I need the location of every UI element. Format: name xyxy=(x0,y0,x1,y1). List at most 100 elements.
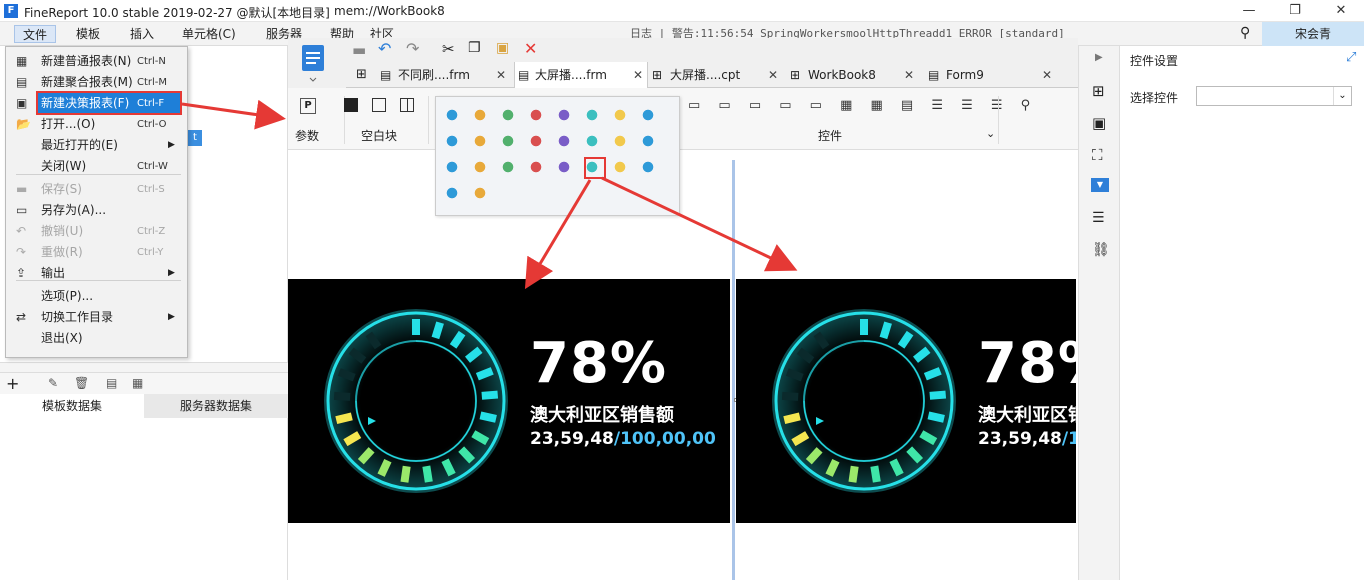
param-icon[interactable]: P xyxy=(300,98,316,114)
layout-icon[interactable]: ⊞ xyxy=(1092,82,1105,100)
menu-item[interactable]: 选项(P)... xyxy=(6,286,187,307)
chart-type-icon[interactable] xyxy=(528,133,544,149)
tab-server-dataset[interactable]: 服务器数据集 xyxy=(144,394,288,418)
chart-type-icon[interactable] xyxy=(556,107,572,123)
chart-type-icon[interactable] xyxy=(640,107,656,123)
grid-icon: ⊞ xyxy=(652,68,663,82)
close-icon[interactable]: ✕ xyxy=(1042,62,1052,88)
cut-icon[interactable]: ✂ xyxy=(442,40,455,58)
menu-item[interactable]: 📂 打开...(O) Ctrl-O xyxy=(6,114,187,135)
gauge-panel-right[interactable]: 78% 澳大利亚区销售额 23,59,48/100,00,00 xyxy=(736,279,1076,523)
chart-type-icon[interactable] xyxy=(640,133,656,149)
chevron-down-icon[interactable]: ⌄ xyxy=(986,127,995,140)
close-icon[interactable]: ✕ xyxy=(496,62,506,88)
grid-icon[interactable]: ⊞ xyxy=(356,67,367,82)
tab-block-icon[interactable] xyxy=(400,98,414,112)
preview-icon[interactable]: ▤ xyxy=(106,376,117,390)
undo-icon[interactable]: ↶ xyxy=(378,39,391,58)
blank-block-icon[interactable] xyxy=(344,98,358,112)
menu-item[interactable]: 最近打开的(E) ▶ xyxy=(6,135,187,156)
submenu-arrow-icon: ▶ xyxy=(168,312,175,322)
chart-type-icon[interactable] xyxy=(472,185,488,201)
dataset-param-icon[interactable]: ▦ xyxy=(132,376,143,390)
chart-type-icon[interactable] xyxy=(612,133,628,149)
crop-icon[interactable]: ⛶ xyxy=(1092,146,1103,164)
search-icon[interactable]: ⚲ xyxy=(1240,25,1250,41)
chart-type-icon[interactable] xyxy=(612,159,628,175)
component-icon[interactable]: ▣ xyxy=(1092,114,1106,132)
menu-item[interactable]: ▦ 新建普通报表(N) Ctrl-N xyxy=(6,51,187,72)
menu-cell[interactable]: 单元格(C) xyxy=(174,25,244,43)
tab-template-3[interactable]: ⊞ 大屏播....cpt ✕ xyxy=(650,62,784,88)
menu-item[interactable]: ▭ 另存为(A)... xyxy=(6,200,187,221)
chart-type-icon[interactable] xyxy=(556,133,572,149)
close-window-button[interactable]: ✕ xyxy=(1318,0,1364,22)
tab-template-dataset[interactable]: 模板数据集 xyxy=(0,394,144,418)
close-icon[interactable]: ✕ xyxy=(633,62,643,88)
copy-icon[interactable]: ❐ xyxy=(468,40,481,56)
chart-type-icon[interactable] xyxy=(528,159,544,175)
close-icon[interactable]: ✕ xyxy=(768,62,778,88)
chart-type-icon[interactable] xyxy=(472,107,488,123)
chart-type-icon[interactable] xyxy=(444,133,460,149)
splitter[interactable] xyxy=(0,362,288,372)
chart-type-icon[interactable] xyxy=(640,159,656,175)
menu-file[interactable]: 文件 xyxy=(14,25,57,43)
tab-template-2[interactable]: ▤ 大屏播....frm ✕ xyxy=(514,62,648,88)
split-block-icon[interactable] xyxy=(372,98,386,112)
chart-type-icon[interactable] xyxy=(472,133,488,149)
tree-selected-item[interactable]: t xyxy=(188,130,202,146)
restore-button[interactable]: ❐ xyxy=(1272,0,1318,22)
list-icon[interactable]: ☰ xyxy=(1092,210,1105,226)
menu-item[interactable]: ▬ 保存(S) Ctrl-S xyxy=(6,179,187,200)
menu-item[interactable]: ▣ 新建决策报表(F) Ctrl-F xyxy=(6,91,187,115)
minimize-button[interactable]: — xyxy=(1226,0,1272,22)
gauge-panel-left[interactable]: 78% 澳大利亚区销售额 23,59,48/100,00,00 xyxy=(288,279,730,523)
edit-icon[interactable]: ✎ xyxy=(48,376,58,390)
tab-template-4[interactable]: ⊞ WorkBook8 ✕ xyxy=(788,62,922,88)
select-widget-label: 选择控件 xyxy=(1130,91,1179,105)
select-widget-dropdown[interactable]: ⌄ xyxy=(1196,86,1352,106)
user-name[interactable]: 宋会青 xyxy=(1262,22,1364,46)
close-icon[interactable]: ✕ xyxy=(904,62,914,88)
chart-type-icon[interactable] xyxy=(612,107,628,123)
delete-icon[interactable]: 🗑 xyxy=(74,376,89,390)
menu-item[interactable]: ⇄ 切换工作目录 ▶ xyxy=(6,307,187,328)
chart-type-icon[interactable] xyxy=(528,107,544,123)
chevron-down-icon[interactable]: ⌄ xyxy=(1333,87,1351,105)
collapse-arrow-icon[interactable]: ▶ xyxy=(1095,52,1103,63)
ribbon: P ▭ ▭ ▭ ▭ ▭ ▦ ▦ ▤ ☰ ☰ ☰ ⚲ xyxy=(288,88,1078,150)
chart-type-icon[interactable] xyxy=(500,133,516,149)
redo-icon[interactable]: ↷ xyxy=(406,39,419,58)
folder-icon: 📂 xyxy=(16,117,31,131)
menu-item[interactable]: ↷ 重做(R) Ctrl-Y xyxy=(6,242,187,263)
tab-template-5[interactable]: ▤ Form9 ✕ xyxy=(926,62,1060,88)
menu-insert[interactable]: 插入 xyxy=(122,25,162,43)
menu-item[interactable]: ↶ 撤销(U) Ctrl-Z xyxy=(6,221,187,242)
widget-settings-icon[interactable]: ▼ xyxy=(1091,178,1109,192)
chart-type-icon[interactable] xyxy=(584,133,600,149)
chart-type-icon[interactable] xyxy=(500,107,516,123)
chart-type-icon[interactable] xyxy=(584,107,600,123)
menu-item[interactable]: ▤ 新建聚合报表(M) Ctrl-M xyxy=(6,72,187,93)
chart-type-icon[interactable] xyxy=(444,185,460,201)
chart-type-icon[interactable] xyxy=(556,159,572,175)
menu-item-label: 新建决策报表(F) xyxy=(41,96,130,110)
delete-icon[interactable]: ✕ xyxy=(524,39,537,58)
menu-separator xyxy=(16,174,181,175)
chart-type-icon[interactable] xyxy=(584,159,600,175)
menu-template[interactable]: 模板 xyxy=(68,25,108,43)
control-widgets[interactable]: ▭ ▭ ▭ ▭ ▭ ▦ ▦ ▤ ☰ ☰ ☰ ⚲ xyxy=(688,98,1037,113)
chart-type-icon[interactable] xyxy=(472,159,488,175)
title-bar: F FineReport 10.0 stable 2019-02-27 @默认[… xyxy=(0,0,1364,22)
tab-template-1[interactable]: ▤ 不同刷....frm ✕ xyxy=(378,62,512,88)
paste-icon[interactable]: ▣ xyxy=(496,40,509,56)
save-icon[interactable]: ▬ xyxy=(352,41,366,59)
chart-type-icon[interactable] xyxy=(444,107,460,123)
menu-item[interactable]: 退出(X) xyxy=(6,328,187,349)
link-icon[interactable]: ⛓ xyxy=(1092,242,1110,258)
add-icon[interactable]: + xyxy=(6,374,19,393)
chart-type-icon[interactable] xyxy=(500,159,516,175)
chart-type-icon[interactable] xyxy=(444,159,460,175)
pin-icon[interactable]: ⤢ xyxy=(1346,50,1356,65)
